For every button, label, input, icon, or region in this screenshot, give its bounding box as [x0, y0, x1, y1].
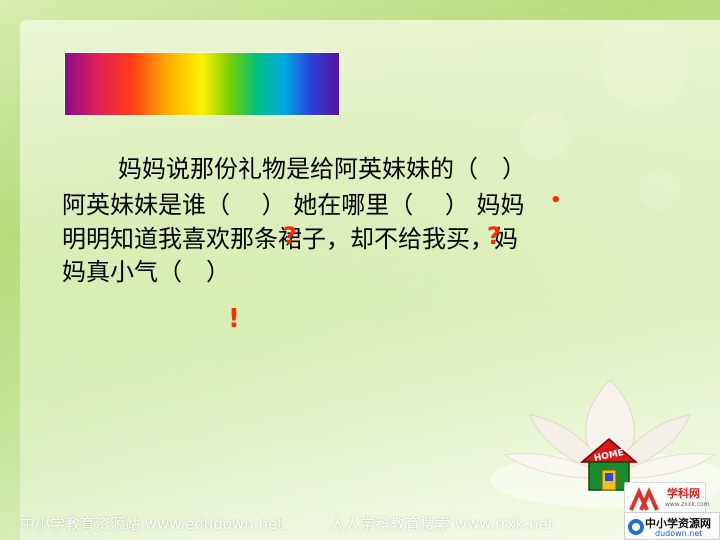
dot-mark[interactable]: • [550, 190, 562, 211]
paragraph-line-2: 阿英妹妹是谁（ ） 她在哪里（ ） 妈妈 [62, 191, 525, 219]
question-mark-2[interactable]: ? [487, 222, 501, 250]
logo-dudown-icon [628, 519, 644, 535]
logo-zxxk-icon [629, 487, 659, 511]
slide: 妈妈说那份礼物是给阿英妹妹的（ ） 阿英妹妹是谁（ ） 她在哪里（ ） 妈妈 明… [0, 0, 720, 540]
footer-link-edudown[interactable]: 中小学教育资源站 www.edudown.net [20, 513, 283, 534]
paragraph-line-1: 妈妈说那份礼物是给阿英妹妹的（ ） [118, 155, 526, 183]
footer-bar: 中小学教育资源站 www.edudown.net 人人学科教育搜索 www.rr… [0, 505, 720, 540]
logo-dudown[interactable]: 中小学资源网 dudown.net [624, 512, 720, 540]
logo-dudown-sub: dudown.net [655, 529, 703, 538]
logo-zxxk-sub: www.zxxk.com [665, 501, 710, 508]
question-mark-1[interactable]: ? [283, 222, 297, 250]
rainbow-banner [65, 53, 339, 115]
paragraph-line-4: 妈真小气（ ） [62, 258, 230, 286]
exclamation-mark[interactable]: ! [228, 304, 240, 334]
logo-zxxk[interactable]: 学科网 www.zxxk.com [624, 482, 710, 514]
logo-zxxk-text: 学科网 [667, 487, 700, 500]
footer-link-rrxk[interactable]: 人人学科教育搜索 www.rrxk.net [330, 513, 554, 534]
